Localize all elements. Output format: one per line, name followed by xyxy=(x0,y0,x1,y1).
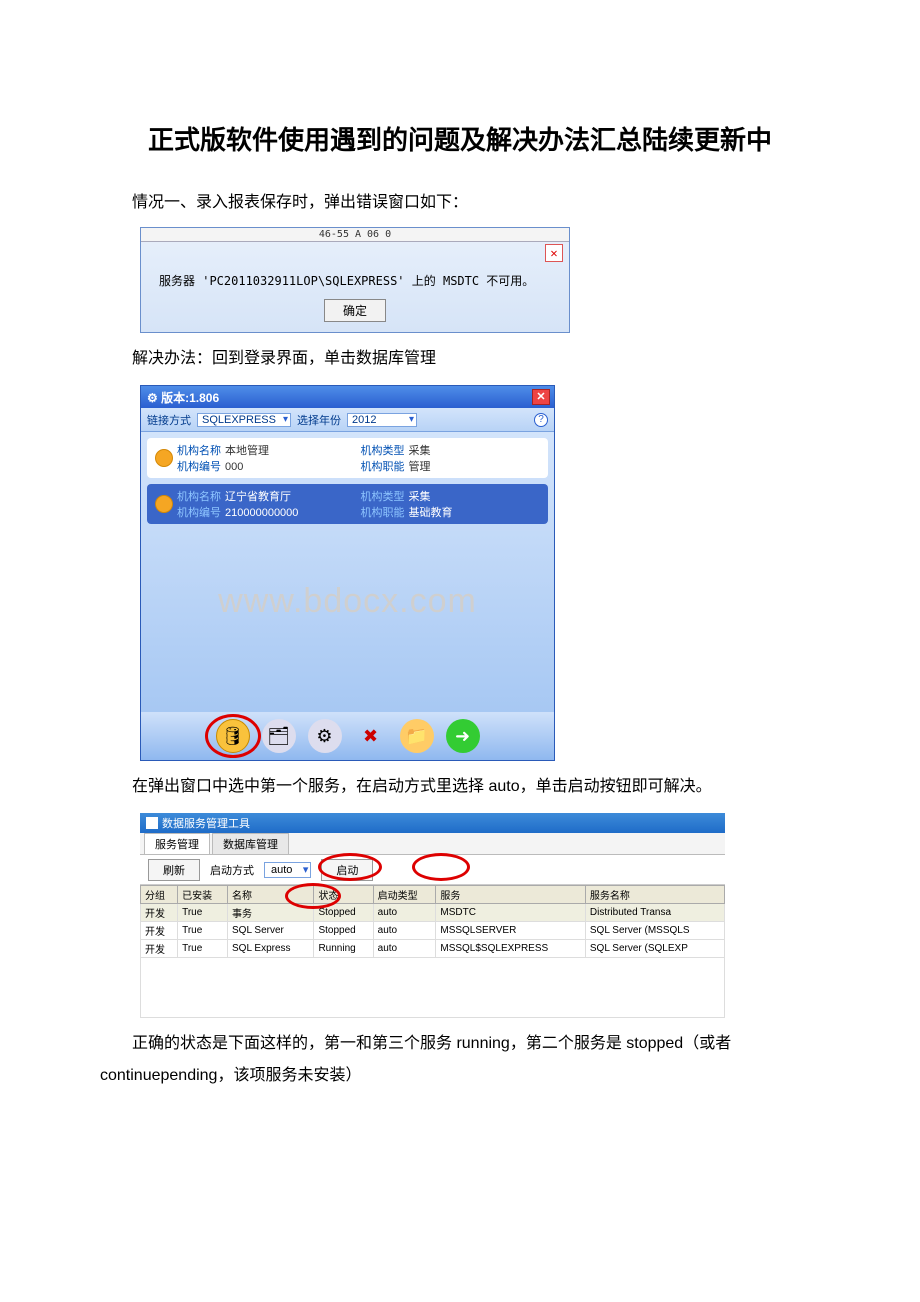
startmode-select[interactable]: auto xyxy=(264,862,311,878)
paragraph-service-step: 在弹出窗口中选中第一个服务，在启动方式里选择 auto，单击启动按钮即可解决。 xyxy=(100,771,820,803)
col-servicename[interactable]: 服务名称 xyxy=(585,886,724,904)
table-row[interactable]: 开发TrueSQL Express RunningautoMSSQL$SQLEX… xyxy=(141,940,725,958)
login-button-bar: 🛢 🗂 ⚙ ✖ 📁 ➜ xyxy=(141,712,554,760)
col-starttype[interactable]: 启动类型 xyxy=(373,886,436,904)
login-window: ⚙ 版本:1.806 ✕ 链接方式 SQLEXPRESS 选择年份 2012 ?… xyxy=(140,385,555,761)
watermark: www.bdocx.com xyxy=(141,582,554,621)
col-group[interactable]: 分组 xyxy=(141,886,178,904)
ok-button[interactable]: 确定 xyxy=(324,299,386,322)
dialog-header-strip: 46-55 A 06 0 xyxy=(141,228,569,242)
table-blank-area xyxy=(140,958,725,1018)
col-service[interactable]: 服务 xyxy=(436,886,586,904)
table-row[interactable]: 开发True事务 StoppedautoMSDTCDistributed Tra… xyxy=(141,904,725,922)
table-header-row: 分组 已安装 名称 状态 启动类型 服务 服务名称 xyxy=(141,886,725,904)
login-toolbar: 链接方式 SQLEXPRESS 选择年份 2012 ? xyxy=(141,408,554,432)
org-badge-icon xyxy=(155,449,173,467)
document-title: 正式版软件使用遇到的问题及解决办法汇总陆续更新中 xyxy=(100,120,820,157)
settings-button[interactable]: ⚙ xyxy=(308,719,342,753)
close-icon[interactable]: ✕ xyxy=(545,244,563,262)
window-titlebar: ⚙ 版本:1.806 ✕ xyxy=(141,386,554,408)
org-row-1[interactable]: 机构名称本地管理 机构编号000 机构类型采集 机构职能管理 xyxy=(147,438,548,478)
paragraph-correct-state: 正确的状态是下面这样的，第一和第三个服务 running，第二个服务是 stop… xyxy=(100,1028,820,1092)
highlight-ring xyxy=(205,714,261,758)
close-icon[interactable]: ✕ xyxy=(532,389,550,405)
error-message: 服务器 'PC2011032911LOP\SQLEXPRESS' 上的 MSDT… xyxy=(141,264,569,293)
label-conn: 链接方式 xyxy=(147,412,191,428)
table-row[interactable]: 开发TrueSQL Server StoppedautoMSSQLSERVERS… xyxy=(141,922,725,940)
label-startmode: 启动方式 xyxy=(210,862,254,878)
org-row-2-selected[interactable]: 机构名称辽宁省教育厅 机构编号210000000000 机构类型采集 机构职能基… xyxy=(147,484,548,524)
refresh-button[interactable]: 🗂 xyxy=(262,719,296,753)
conn-select[interactable]: SQLEXPRESS xyxy=(197,413,291,427)
window-title: ⚙ 版本:1.806 xyxy=(147,389,219,406)
org-badge-icon xyxy=(155,495,173,513)
svc-titlebar: 数据服务管理工具 xyxy=(140,813,725,833)
app-icon xyxy=(146,817,158,829)
paragraph-intro: 情况一、录入报表保存时，弹出错误窗口如下： xyxy=(100,187,820,219)
svc-tabs: 服务管理 数据库管理 xyxy=(140,833,725,855)
dialog-close-row: ✕ xyxy=(141,242,569,264)
tab-db-manage[interactable]: 数据库管理 xyxy=(212,833,289,854)
go-button[interactable]: ➜ xyxy=(446,719,480,753)
svc-title: 数据服务管理工具 xyxy=(162,815,250,831)
paragraph-solution: 解决办法：回到登录界面，单击数据库管理 xyxy=(100,343,820,375)
database-manage-button[interactable]: 🛢 xyxy=(216,719,250,753)
svc-ops-row: 刷新 启动方式 auto 启动 xyxy=(140,855,725,885)
year-select[interactable]: 2012 xyxy=(347,413,417,427)
refresh-button[interactable]: 刷新 xyxy=(148,859,200,881)
error-dialog: 46-55 A 06 0 ✕ 服务器 'PC2011032911LOP\SQLE… xyxy=(140,227,570,333)
new-folder-button[interactable]: 📁 xyxy=(400,719,434,753)
highlight-ring xyxy=(318,853,382,881)
tab-service-manage[interactable]: 服务管理 xyxy=(144,833,210,854)
highlight-ring xyxy=(412,853,470,881)
service-table: 分组 已安装 名称 状态 启动类型 服务 服务名称 开发True事务 Stopp… xyxy=(140,885,725,958)
delete-button[interactable]: ✖ xyxy=(354,719,388,753)
service-manager-window: 数据服务管理工具 服务管理 数据库管理 刷新 启动方式 auto 启动 分组 已… xyxy=(140,813,725,1018)
highlight-ring xyxy=(285,883,341,909)
login-content: 机构名称本地管理 机构编号000 机构类型采集 机构职能管理 机构名称辽宁省教育… xyxy=(141,432,554,712)
help-icon[interactable]: ? xyxy=(534,413,548,427)
label-year: 选择年份 xyxy=(297,412,341,428)
col-installed[interactable]: 已安装 xyxy=(178,886,228,904)
